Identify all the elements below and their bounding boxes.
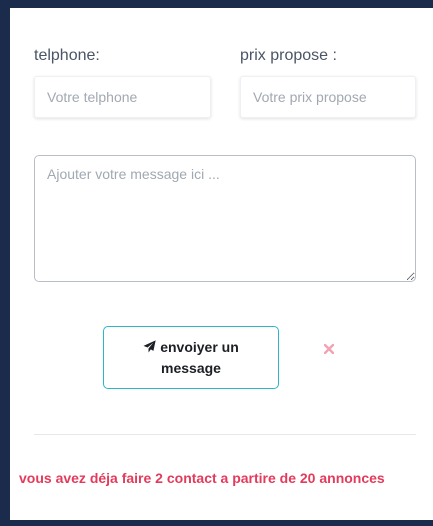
message-textarea[interactable]	[34, 155, 416, 282]
paper-plane-icon	[143, 339, 156, 353]
send-message-button[interactable]: envoiyer un message	[103, 326, 279, 389]
price-input[interactable]	[240, 76, 416, 118]
telephone-label: telphone:	[34, 47, 100, 64]
send-message-button-content: envoiyer un message	[131, 337, 251, 379]
close-icon[interactable]	[321, 341, 337, 357]
close-icon-glyph	[324, 344, 334, 354]
contact-form-panel: telphone: prix propose : envoiyer un mes…	[10, 8, 433, 520]
price-label: prix propose :	[240, 47, 337, 64]
telephone-input[interactable]	[34, 76, 211, 118]
contact-limit-notice: vous avez déja faire 2 contact a partire…	[19, 470, 385, 486]
divider	[34, 434, 416, 435]
send-message-label: envoiyer un message	[160, 338, 239, 376]
